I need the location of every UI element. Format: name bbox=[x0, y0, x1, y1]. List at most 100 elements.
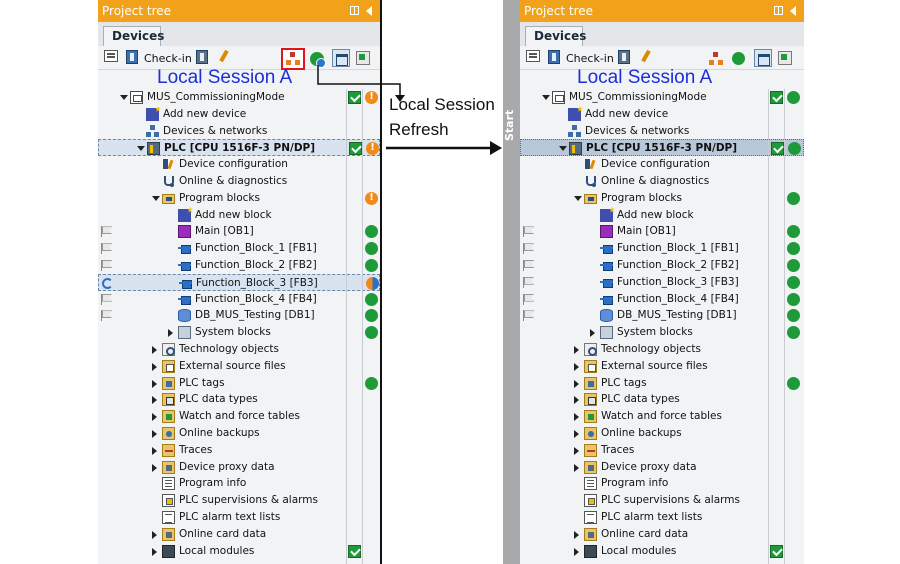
flag-icon bbox=[523, 260, 533, 271]
tree-row[interactable]: PLC data types bbox=[520, 391, 804, 408]
tree-item-label: PLC tags bbox=[601, 376, 647, 389]
tree-row[interactable]: PLC tags bbox=[520, 375, 804, 392]
db-icon bbox=[600, 309, 613, 323]
alarmtext-icon bbox=[584, 511, 597, 524]
expander-open-icon[interactable] bbox=[542, 95, 550, 100]
expander-closed-icon[interactable] bbox=[574, 346, 579, 354]
start-label: Start bbox=[503, 109, 516, 141]
tags-icon bbox=[584, 376, 597, 390]
tree-row[interactable]: MUS_CommissioningMode bbox=[520, 89, 804, 106]
status-ok-icon bbox=[787, 191, 800, 205]
tree-row[interactable]: Online card data bbox=[520, 526, 804, 543]
backup-icon bbox=[584, 427, 597, 440]
expander-closed-icon[interactable] bbox=[574, 446, 579, 455]
tree-row[interactable]: Online & diagnostics bbox=[520, 173, 804, 190]
expander-closed-icon[interactable] bbox=[574, 413, 579, 422]
fb-icon bbox=[600, 259, 613, 272]
tree-row[interactable]: Function_Block_2 [FB2] bbox=[520, 257, 804, 274]
local-session-icon[interactable] bbox=[709, 52, 723, 66]
tree-row[interactable]: Main [OB1] bbox=[520, 223, 804, 240]
tree-item-label: Watch and force tables bbox=[601, 410, 722, 423]
tree-item-label: Online backups bbox=[601, 427, 682, 439]
tree-item-label: System blocks bbox=[617, 326, 693, 339]
tree-row[interactable]: Program blocks bbox=[520, 190, 804, 207]
start-bar[interactable] bbox=[503, 0, 520, 564]
tab-devices[interactable]: Devices bbox=[525, 26, 586, 46]
monitor-toggle-button[interactable] bbox=[754, 49, 772, 67]
compare-icon[interactable] bbox=[778, 51, 792, 65]
tree-item-label: Add new device bbox=[585, 107, 669, 120]
tree-row[interactable]: Function_Block_4 [FB4] bbox=[520, 291, 804, 308]
tree-row[interactable]: Local modules bbox=[520, 543, 804, 560]
tree-row[interactable]: External source files bbox=[520, 358, 804, 375]
tree-row[interactable]: Device configuration bbox=[520, 156, 804, 173]
expander-closed-icon[interactable] bbox=[590, 329, 595, 338]
collapse-arrow-icon[interactable] bbox=[790, 6, 796, 16]
expander-closed-icon[interactable] bbox=[574, 396, 579, 405]
tree-item-label: DB_MUS_Testing [DB1] bbox=[617, 309, 737, 322]
status-ok-icon bbox=[787, 292, 800, 306]
tree-row[interactable]: Devices & networks bbox=[520, 123, 804, 140]
ext-icon bbox=[584, 359, 597, 373]
session-status-icon[interactable] bbox=[732, 52, 745, 65]
card-icon bbox=[584, 527, 597, 541]
folder-icon bbox=[584, 193, 597, 204]
tree-row[interactable]: Function_Block_3 [FB3] bbox=[520, 274, 804, 291]
tree-row[interactable]: Add new block bbox=[520, 207, 804, 224]
expander-closed-icon[interactable] bbox=[574, 379, 579, 388]
status-ok-icon bbox=[787, 242, 800, 256]
status-ok-icon bbox=[787, 259, 800, 272]
flag-icon bbox=[523, 276, 533, 288]
project-tree-after: MUS_CommissioningMode Add new device Devic… bbox=[520, 89, 804, 564]
expander-closed-icon[interactable] bbox=[574, 530, 579, 539]
tree-row[interactable]: Add new device bbox=[520, 106, 804, 123]
tree-row[interactable]: Device proxy data bbox=[520, 459, 804, 476]
tree-item-label: PLC alarm text lists bbox=[601, 511, 703, 523]
tree-row[interactable]: PLC alarm text lists bbox=[520, 509, 804, 526]
tree-item-label: PLC [CPU 1516F-3 PN/DP] bbox=[586, 142, 738, 155]
tree-row[interactable]: PLC supervisions & alarms bbox=[520, 492, 804, 509]
refresh-connector-line bbox=[317, 65, 401, 96]
checkin-icon[interactable] bbox=[548, 50, 560, 64]
tree-row[interactable]: PLC [CPU 1516F-3 PN/DP] bbox=[520, 139, 804, 157]
sys-icon bbox=[600, 326, 613, 340]
status-ok-icon bbox=[787, 275, 800, 289]
tree-row[interactable]: Program info bbox=[520, 475, 804, 492]
tech-icon bbox=[584, 343, 597, 356]
header-controls bbox=[774, 5, 796, 17]
project-tree-header: Project tree bbox=[520, 0, 804, 22]
checkin-label[interactable]: Check-in bbox=[566, 51, 614, 67]
annotation-line1: Local Session bbox=[389, 95, 495, 114]
tree-row[interactable]: Function_Block_1 [FB1] bbox=[520, 240, 804, 257]
expander-open-icon[interactable] bbox=[574, 195, 582, 201]
add-icon bbox=[568, 107, 581, 121]
expander-closed-icon[interactable] bbox=[574, 362, 579, 371]
tree-item-label: PLC data types bbox=[601, 393, 680, 406]
expander-closed-icon[interactable] bbox=[574, 430, 579, 438]
upload-icon[interactable] bbox=[618, 50, 630, 64]
tree-item-label: Function_Block_2 [FB2] bbox=[617, 259, 739, 271]
tree-item-label: Program blocks bbox=[601, 191, 682, 204]
types-icon bbox=[584, 393, 597, 407]
local-icon bbox=[584, 544, 597, 558]
status-ok-icon bbox=[787, 309, 800, 323]
expander-closed-icon[interactable] bbox=[574, 463, 579, 472]
tree-item-label: Online card data bbox=[601, 527, 689, 540]
tree-row[interactable]: Technology objects bbox=[520, 341, 804, 358]
expander-closed-icon[interactable] bbox=[574, 547, 579, 556]
split-view-icon[interactable] bbox=[774, 6, 783, 15]
ob-icon bbox=[600, 225, 613, 239]
expander-open-icon[interactable] bbox=[559, 146, 567, 152]
tree-row[interactable]: System blocks bbox=[520, 324, 804, 341]
edit-pencil-icon[interactable] bbox=[640, 50, 652, 64]
status-ok-icon bbox=[787, 91, 800, 104]
project-tree-title: Project tree bbox=[524, 4, 594, 18]
tree-row[interactable]: Traces bbox=[520, 442, 804, 459]
add-icon bbox=[600, 208, 613, 222]
tree-row[interactable]: DB_MUS_Testing [DB1] bbox=[520, 307, 804, 324]
device-view-icon[interactable] bbox=[526, 50, 540, 62]
alarm-icon bbox=[584, 494, 597, 508]
tree-row[interactable]: Watch and force tables bbox=[520, 408, 804, 425]
fb-icon bbox=[600, 293, 613, 306]
tree-row[interactable]: Online backups bbox=[520, 425, 804, 442]
